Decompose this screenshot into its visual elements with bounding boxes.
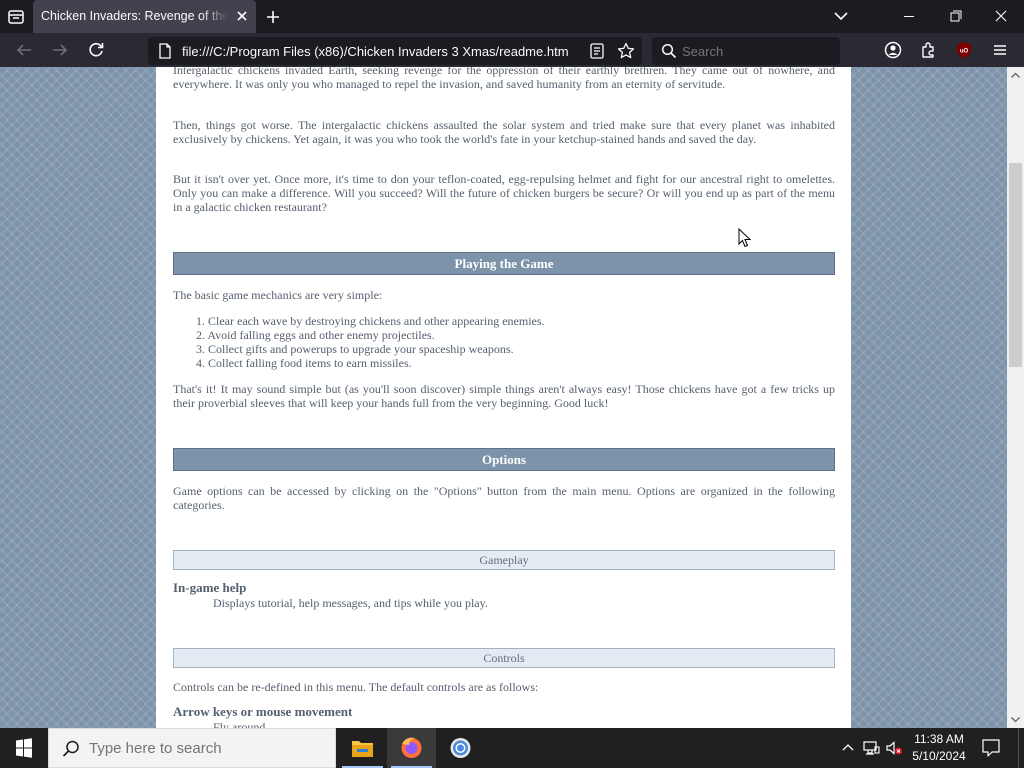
game-steps-list: 1. Clear each wave by destroying chicken…	[196, 314, 796, 370]
scroll-down-arrow-icon[interactable]	[1007, 711, 1024, 728]
section-heading-options: Options	[173, 448, 835, 471]
scroll-thumb[interactable]	[1009, 163, 1022, 367]
tab-active[interactable]: Chicken Invaders: Revenge of the Yolk	[33, 0, 256, 33]
list-item: 4. Collect falling food items to earn mi…	[196, 356, 412, 370]
tab-strip: Chicken Invaders: Revenge of the Yolk	[0, 0, 1024, 33]
controls-intro: Controls can be re-defined in this menu.…	[173, 680, 539, 694]
search-bar[interactable]	[652, 37, 840, 65]
page-viewport[interactable]: Intergalactic chickens invaded Earth, se…	[0, 67, 1024, 728]
list-item: 1. Clear each wave by destroying chicken…	[196, 314, 545, 328]
notification-icon[interactable]	[978, 736, 1004, 760]
intro-paragraph-1: Intergalactic chickens invaded Earth, se…	[173, 67, 835, 91]
back-icon[interactable]	[13, 39, 35, 61]
tab-list-icon[interactable]	[6, 7, 26, 27]
clock-date: 5/10/2024	[912, 749, 966, 763]
clock-time: 11:38 AM	[914, 732, 964, 746]
search-icon	[661, 43, 677, 59]
intro-paragraph-2: Then, things got worse. The intergalacti…	[173, 118, 835, 146]
chevron-up-icon[interactable]	[838, 738, 858, 758]
url-bar[interactable]: file:///C:/Program Files (x86)/Chicken I…	[148, 37, 642, 65]
reload-icon[interactable]	[85, 39, 107, 61]
taskbar-search-input[interactable]	[89, 740, 319, 757]
account-icon[interactable]	[882, 39, 904, 61]
vertical-scrollbar[interactable]	[1007, 67, 1024, 728]
reader-view-icon[interactable]	[588, 42, 606, 60]
file-explorer-icon[interactable]	[338, 728, 387, 768]
term-arrow-keys: Arrow keys or mouse movement	[173, 704, 353, 719]
chevron-down-icon[interactable]	[831, 7, 851, 25]
subheading-controls: Controls	[173, 648, 835, 668]
forward-icon[interactable]	[49, 39, 71, 61]
section-heading-playing: Playing the Game	[173, 252, 835, 275]
chrome-icon[interactable]	[436, 728, 485, 768]
taskbar-search[interactable]	[48, 728, 336, 768]
windows-logo-icon[interactable]	[0, 728, 48, 768]
mouse-cursor-icon	[738, 227, 752, 248]
show-desktop-button[interactable]	[1018, 728, 1024, 768]
definition-arrow-keys: Fly around	[213, 720, 266, 728]
term-ingame-help: In-game help	[173, 580, 247, 595]
volume-muted-icon[interactable]	[884, 738, 904, 758]
options-intro: Game options can be accessed by clicking…	[173, 484, 835, 512]
list-item: 3. Collect gifts and powerups to upgrade…	[196, 342, 514, 356]
star-icon[interactable]	[616, 41, 636, 61]
navigation-toolbar: file:///C:/Program Files (x86)/Chicken I…	[0, 33, 1024, 67]
close-window-icon[interactable]	[978, 0, 1024, 33]
list-item: 2. Avoid falling eggs and other enemy pr…	[196, 328, 435, 342]
network-icon[interactable]	[861, 738, 881, 758]
definition-ingame-help: Displays tutorial, help messages, and ti…	[213, 596, 488, 610]
plus-icon[interactable]	[264, 8, 282, 26]
taskbar: 11:38 AM 5/10/2024	[0, 728, 1024, 768]
close-icon[interactable]	[235, 9, 249, 23]
url-text[interactable]: file:///C:/Program Files (x86)/Chicken I…	[182, 44, 578, 59]
maximize-icon[interactable]	[932, 0, 978, 33]
page-icon	[158, 43, 172, 59]
extensions-icon[interactable]	[918, 39, 940, 61]
search-icon	[61, 739, 81, 759]
intro-paragraph-3: But it isn't over yet. Once more, it's t…	[173, 172, 835, 214]
scroll-up-arrow-icon[interactable]	[1007, 67, 1024, 84]
menu-icon[interactable]	[989, 39, 1011, 61]
taskbar-clock[interactable]: 11:38 AM 5/10/2024	[906, 731, 972, 765]
minimize-icon[interactable]	[886, 0, 932, 33]
playing-outro: That's it! It may sound simple but (as y…	[173, 382, 835, 410]
firefox-icon[interactable]	[387, 728, 436, 768]
svg-text:uO: uO	[960, 49, 969, 55]
subheading-gameplay: Gameplay	[173, 550, 835, 570]
ublock-icon[interactable]: uO	[953, 39, 975, 61]
tab-title: Chicken Invaders: Revenge of the Yolk	[41, 9, 229, 23]
readme-content: Intergalactic chickens invaded Earth, se…	[156, 67, 851, 728]
playing-intro: The basic game mechanics are very simple…	[173, 288, 383, 302]
search-input[interactable]	[682, 44, 822, 59]
